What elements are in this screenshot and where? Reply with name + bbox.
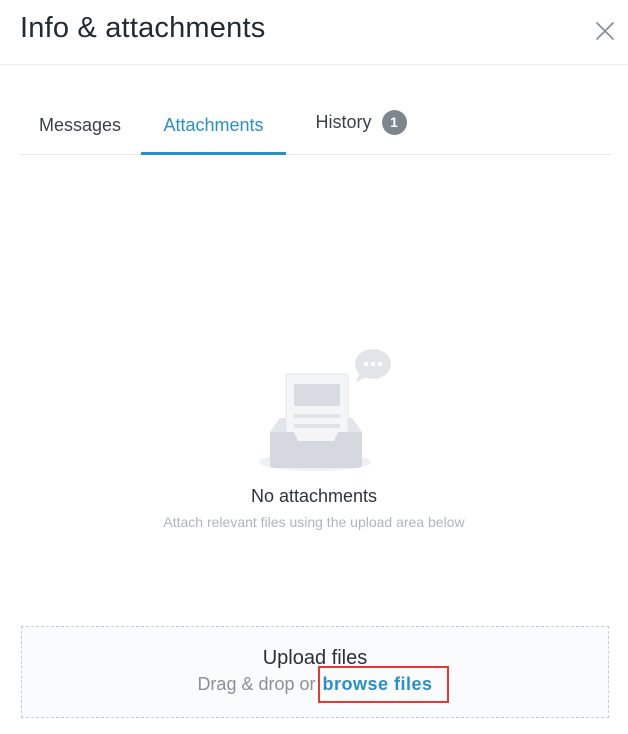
history-count-badge: 1 xyxy=(381,109,407,135)
empty-state-subtitle: Attach relevant files using the upload a… xyxy=(163,514,465,530)
tab-attachments-label: Attachments xyxy=(163,114,264,135)
panel-header: Info & attachments xyxy=(0,0,628,65)
tab-attachments[interactable]: Attachments xyxy=(141,96,286,155)
panel-title: Info & attachments xyxy=(20,12,266,44)
highlight-box xyxy=(318,666,449,703)
inbox-document-chat-illustration-icon xyxy=(258,346,398,476)
close-button[interactable] xyxy=(594,20,616,42)
close-icon xyxy=(596,22,614,40)
upload-dropzone[interactable]: Upload files Drag & drop or browse files xyxy=(21,626,609,718)
tab-messages[interactable]: Messages xyxy=(20,96,140,154)
upload-instructions: Drag & drop or browse files xyxy=(22,674,608,695)
tab-history-label: History xyxy=(315,111,372,132)
tab-messages-label: Messages xyxy=(38,114,122,135)
upload-prefix-text: Drag & drop or xyxy=(197,674,316,694)
tab-bar: Messages Attachments History 1 xyxy=(20,96,611,155)
tab-history[interactable]: History 1 xyxy=(306,93,416,151)
upload-title: Upload files xyxy=(262,647,368,669)
empty-state-title: No attachments xyxy=(250,486,378,506)
